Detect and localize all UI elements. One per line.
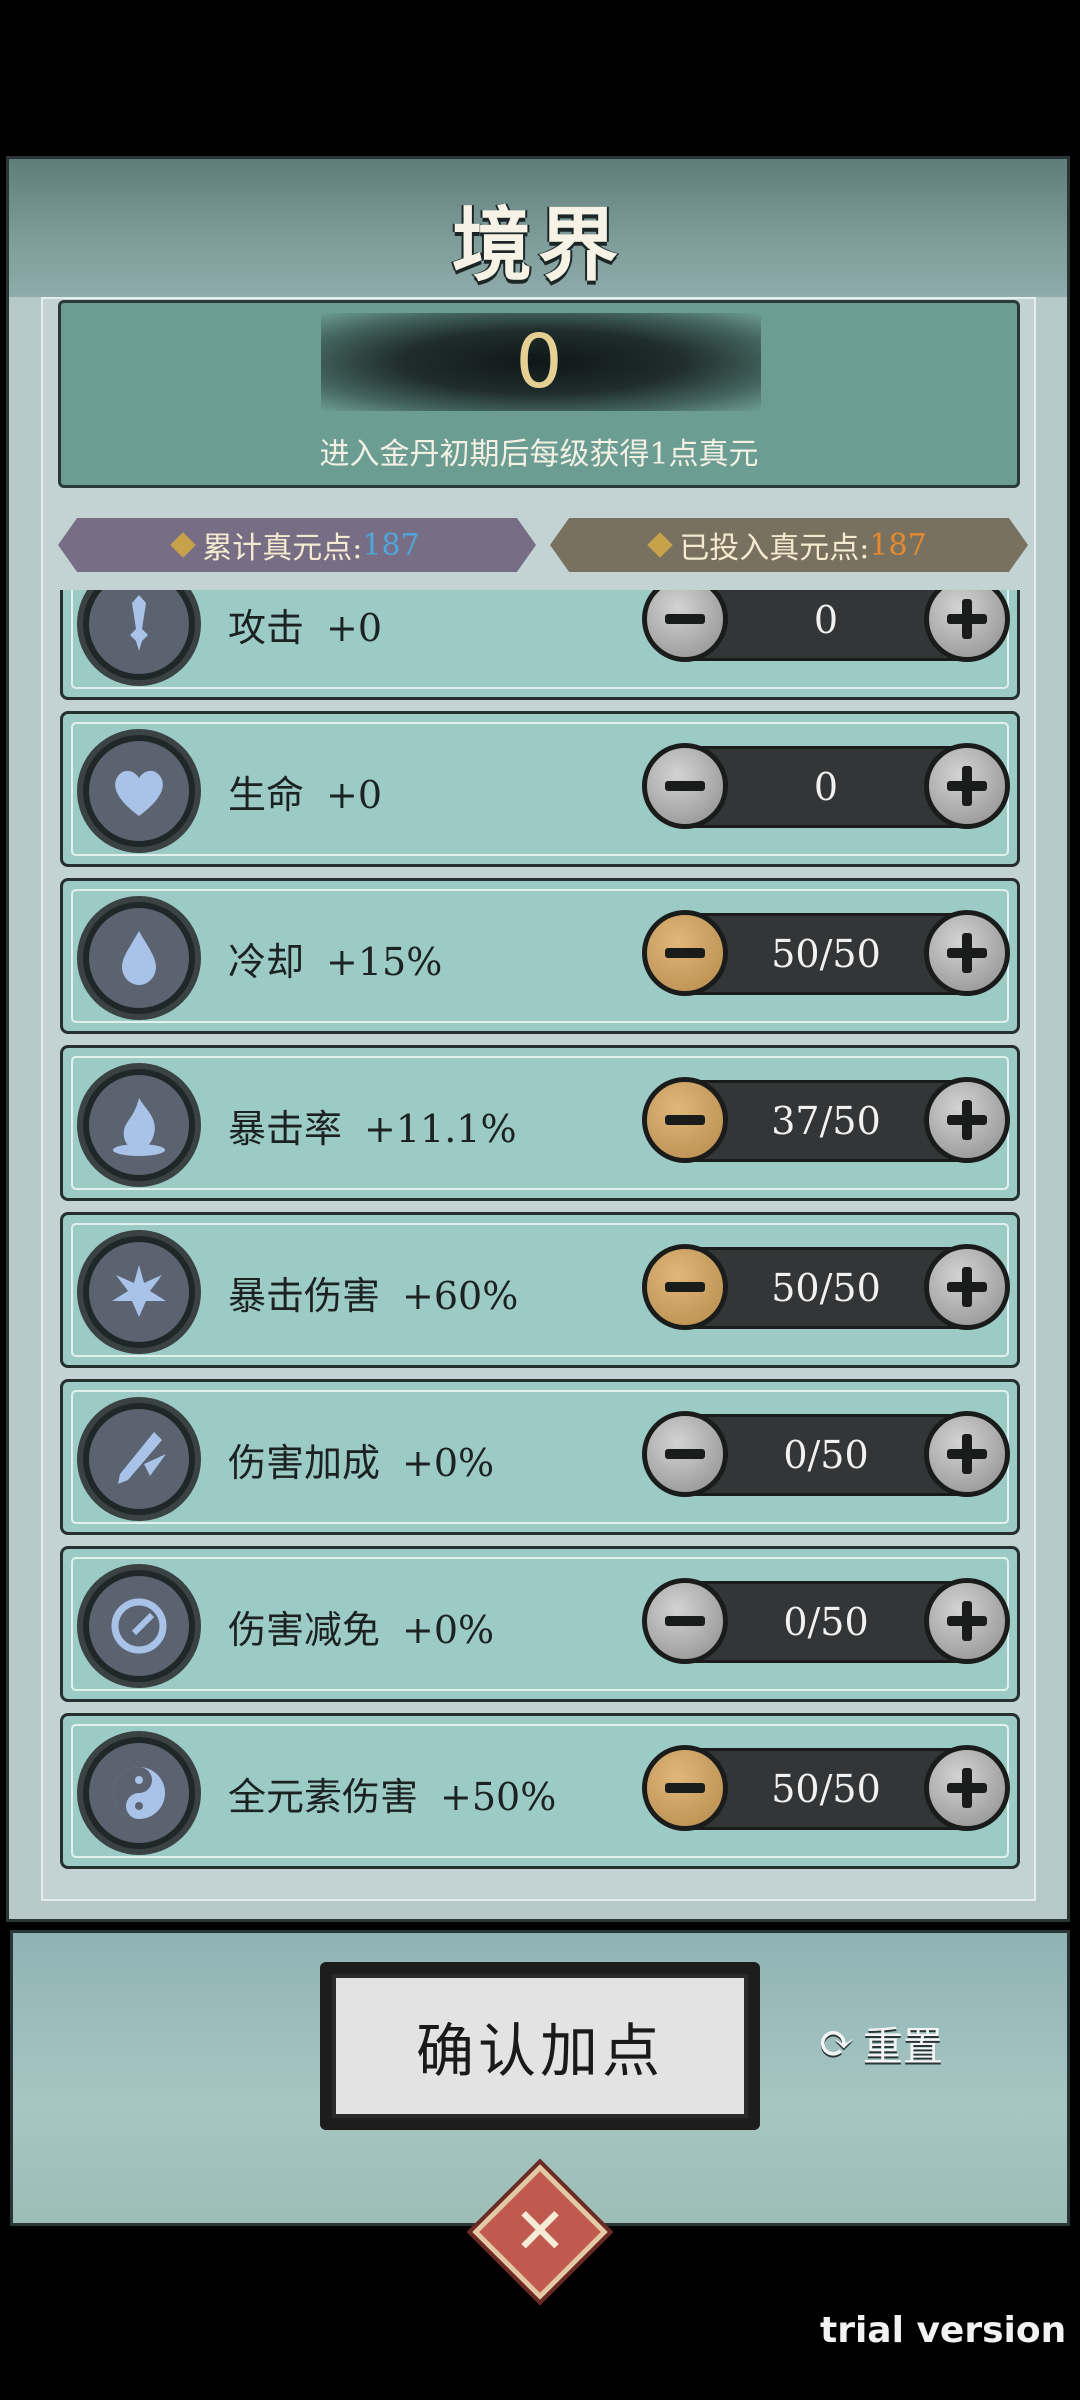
minus-button[interactable] <box>642 1244 728 1330</box>
stat-points-value: 0/50 <box>783 1600 869 1644</box>
confirm-points-label: 确认加点 <box>332 1974 748 2118</box>
panel-title: 境界 <box>452 198 624 292</box>
invested-points-label: 已投入真元点: <box>679 531 870 566</box>
shield-ring-icon <box>77 1564 201 1688</box>
stat-bonus: +0% <box>402 1608 495 1652</box>
stat-points-value: 50/50 <box>771 1266 881 1310</box>
plus-button[interactable] <box>924 1745 1010 1831</box>
stat-row: 攻击 +0 0 <box>60 590 1020 700</box>
plus-button[interactable] <box>924 1411 1010 1497</box>
minus-button[interactable] <box>642 1077 728 1163</box>
stat-bonus: +15% <box>326 940 443 984</box>
stat-row: 生命 +0 0 <box>60 711 1020 867</box>
stat-bonus: +0% <box>402 1441 495 1485</box>
stat-stepper: 0/50 <box>642 1411 1010 1497</box>
refresh-icon: ⟳ <box>818 2017 855 2069</box>
stat-points-value: 50/50 <box>771 932 881 976</box>
stat-bonus: +11.1% <box>364 1107 517 1151</box>
stat-points-value: 0 <box>813 765 839 809</box>
sword-icon <box>77 590 201 686</box>
diamond-icon <box>170 532 197 558</box>
stat-list[interactable]: 攻击 +0 0 生命 +0 0 冷却 +15% 50/50 暴击率 +11.1% 37/50 暴击伤害 +… <box>60 590 1020 1874</box>
invested-points-value: 187 <box>869 527 927 563</box>
total-points-value: 187 <box>362 527 420 563</box>
stat-points-value: 37/50 <box>771 1099 881 1143</box>
stat-row: 伤害加成 +0% 0/50 <box>60 1379 1020 1535</box>
total-points-label: 累计真元点: <box>202 531 363 566</box>
stat-row: 冷却 +15% 50/50 <box>60 878 1020 1034</box>
reset-label: 重置 <box>862 2024 943 2070</box>
heart-icon <box>77 729 201 853</box>
stat-label: 伤害减免 <box>228 1608 381 1652</box>
burst-icon <box>77 1230 201 1354</box>
available-points-value: 0 <box>515 319 563 405</box>
plus-button[interactable] <box>924 743 1010 829</box>
diamond-icon <box>647 532 674 558</box>
yin-yang-icon <box>77 1731 201 1855</box>
stat-points-value: 0/50 <box>783 1433 869 1477</box>
stat-stepper: 37/50 <box>642 1077 1010 1163</box>
title-band: 境界 <box>9 159 1067 297</box>
stat-name: 冷却 +15% <box>228 931 442 986</box>
available-points-box: 0 进入金丹初期后每级获得1点真元 <box>58 300 1020 488</box>
minus-button[interactable] <box>642 1745 728 1831</box>
stat-stepper: 50/50 <box>642 1745 1010 1831</box>
close-button[interactable]: ✕ <box>466 2158 614 2306</box>
confirm-points-button[interactable]: 确认加点 <box>320 1962 760 2130</box>
points-hint: 进入金丹初期后每级获得1点真元 <box>319 437 759 472</box>
stat-bonus: +0 <box>326 606 383 650</box>
stat-bonus: +60% <box>402 1274 519 1318</box>
stat-label: 冷却 <box>228 940 305 984</box>
stat-name: 暴击率 +11.1% <box>228 1098 517 1153</box>
water-drop-icon <box>77 896 201 1020</box>
stat-name: 全元素伤害 +50% <box>228 1766 556 1821</box>
stat-name: 生命 +0 <box>228 764 382 819</box>
stat-row: 伤害减免 +0% 0/50 <box>60 1546 1020 1702</box>
stat-stepper: 50/50 <box>642 1244 1010 1330</box>
stat-label: 伤害加成 <box>228 1441 381 1485</box>
stat-name: 伤害加成 +0% <box>228 1432 494 1487</box>
flame-icon <box>77 1063 201 1187</box>
stat-stepper: 0 <box>642 743 1010 829</box>
plus-button[interactable] <box>924 1578 1010 1664</box>
stat-label: 生命 <box>228 773 305 817</box>
stat-points-value: 0 <box>813 598 839 642</box>
stat-label: 攻击 <box>228 606 305 650</box>
stat-points-value: 50/50 <box>771 1767 881 1811</box>
reset-button[interactable]: ⟳ 重置 <box>818 2008 943 2078</box>
minus-button[interactable] <box>642 910 728 996</box>
minus-button[interactable] <box>642 743 728 829</box>
plus-button[interactable] <box>924 1244 1010 1330</box>
trial-watermark: trial version <box>820 2310 1067 2351</box>
stat-stepper: 50/50 <box>642 910 1010 996</box>
stat-label: 暴击率 <box>228 1107 343 1151</box>
close-icon: ✕ <box>513 2195 567 2269</box>
total-points-tag: 累计真元点: 187 <box>58 518 536 572</box>
stat-row: 暴击率 +11.1% 37/50 <box>60 1045 1020 1201</box>
stat-bonus: +0 <box>326 773 383 817</box>
stat-name: 暴击伤害 +60% <box>228 1265 518 1320</box>
stat-row: 全元素伤害 +50% 50/50 <box>60 1713 1020 1869</box>
minus-button[interactable] <box>642 1578 728 1664</box>
stat-label: 全元素伤害 <box>228 1775 419 1819</box>
invested-points-tag: 已投入真元点: 187 <box>550 518 1028 572</box>
stat-stepper: 0/50 <box>642 1578 1010 1664</box>
stat-name: 伤害减免 +0% <box>228 1599 494 1654</box>
plus-button[interactable] <box>924 590 1010 662</box>
stat-name: 攻击 +0 <box>228 597 382 652</box>
minus-button[interactable] <box>642 1411 728 1497</box>
stat-label: 暴击伤害 <box>228 1274 381 1318</box>
stat-stepper: 0 <box>642 590 1010 662</box>
stat-row: 暴击伤害 +60% 50/50 <box>60 1212 1020 1368</box>
stat-bonus: +50% <box>440 1775 557 1819</box>
minus-button[interactable] <box>642 590 728 662</box>
plus-button[interactable] <box>924 910 1010 996</box>
plus-button[interactable] <box>924 1077 1010 1163</box>
slash-sword-icon <box>77 1397 201 1521</box>
